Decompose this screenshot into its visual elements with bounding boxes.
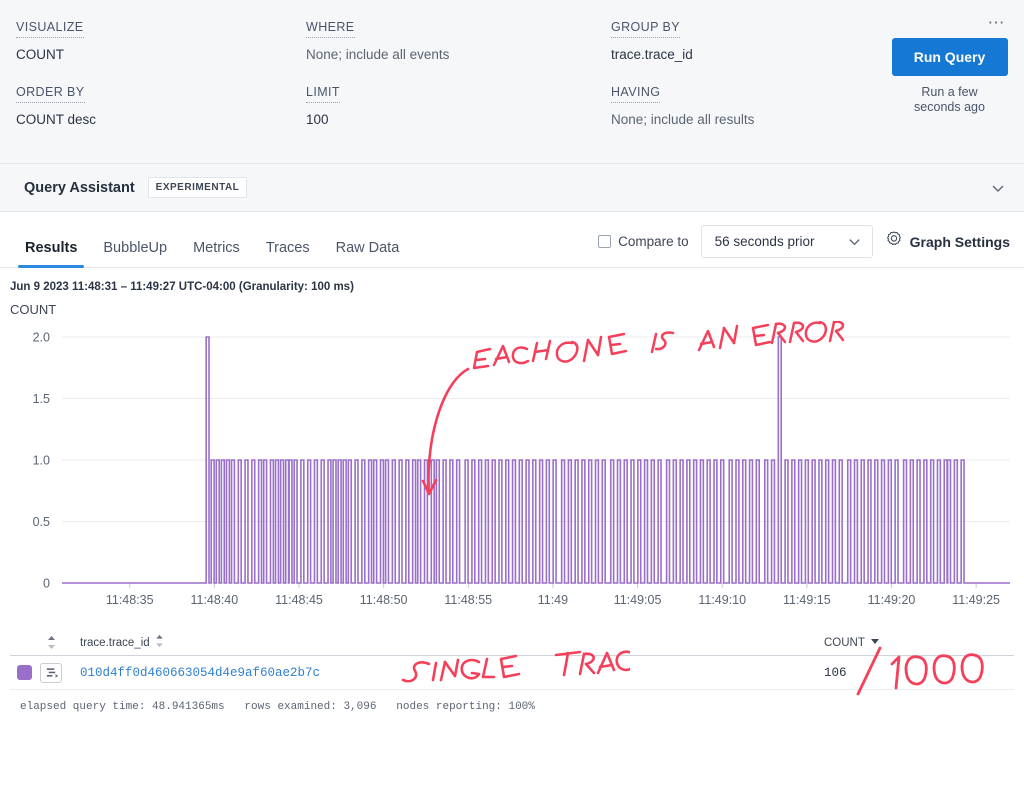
compare-period-select[interactable]: 56 seconds prior (701, 225, 873, 258)
query-field-limit-label[interactable]: LIMIT (306, 85, 340, 103)
table-header-count[interactable]: COUNT (824, 636, 1014, 649)
query-field-order-by[interactable]: ORDER BY COUNT desc (16, 83, 306, 128)
y-axis-tick-label: 0 (43, 577, 50, 591)
x-axis-tick-label: 11:49:20 (868, 593, 916, 607)
row-color-swatch-cell (10, 665, 36, 680)
row-trace-id-cell: 010d4ff0d460663054d4e9af60ae2b7c (66, 666, 824, 680)
x-axis-tick-label: 11:49:05 (614, 593, 662, 607)
tab-traces[interactable]: Traces (253, 240, 323, 267)
x-axis-tick-label: 11:48:35 (106, 593, 154, 607)
query-builder-panel: ⋯ VISUALIZE COUNT WHERE None; include al… (0, 0, 1024, 164)
sort-updown-icon[interactable] (36, 635, 66, 650)
tab-bubbleup[interactable]: BubbleUp (90, 240, 180, 267)
run-query-timestamp-line2: seconds ago (914, 100, 985, 115)
run-query-button[interactable]: Run Query (892, 38, 1008, 76)
table-row[interactable]: 010d4ff0d460663054d4e9af60ae2b7c 106 (10, 656, 1014, 690)
x-axis-tick-label: 11:48:45 (275, 593, 323, 607)
query-field-limit-value: 100 (306, 112, 601, 128)
x-axis-tick-label: 11:48:40 (190, 593, 238, 607)
compare-period-value: 56 seconds prior (715, 234, 815, 249)
row-count-value: 106 (824, 666, 847, 680)
query-field-where-label[interactable]: WHERE (306, 20, 355, 38)
query-field-group-by[interactable]: GROUP BY trace.trace_id (611, 18, 891, 63)
x-axis-tick-label: 11:48:55 (444, 593, 492, 607)
row-count-cell: 106 (824, 666, 1014, 680)
query-assistant-experimental-badge: EXPERIMENTAL (148, 177, 248, 198)
kebab-horizontal-icon[interactable]: ⋯ (988, 18, 1007, 28)
tab-list: Results BubbleUp Metrics Traces Raw Data (12, 212, 412, 267)
table-header-count-label: COUNT (824, 637, 865, 649)
graph-settings-button[interactable]: Graph Settings (885, 230, 1016, 253)
results-table: trace.trace_id COUNT (0, 630, 1024, 713)
query-field-where[interactable]: WHERE None; include all events (306, 18, 611, 63)
chart-panel: Jun 9 2023 11:48:31 – 11:49:27 UTC-04:00… (0, 268, 1024, 626)
run-query-timestamp: Run a few seconds ago (914, 85, 985, 115)
results-tab-bar: Results BubbleUp Metrics Traces Raw Data… (0, 212, 1024, 268)
table-header-trace-id-label: trace.trace_id (80, 637, 150, 649)
y-axis-tick-label: 2.0 (33, 331, 50, 345)
query-field-limit[interactable]: LIMIT 100 (306, 83, 611, 128)
query-assistant-bar[interactable]: Query Assistant EXPERIMENTAL (0, 164, 1024, 212)
x-axis-tick-label: 11:49:10 (698, 593, 746, 607)
query-field-having-label[interactable]: HAVING (611, 85, 660, 103)
query-field-visualize[interactable]: VISUALIZE COUNT (16, 18, 306, 63)
x-axis-tick-label: 11:49:25 (952, 593, 1000, 607)
query-field-where-value: None; include all events (306, 47, 601, 63)
chart-controls: Compare to 56 seconds prior Graph Settin… (598, 225, 1016, 267)
query-field-group-by-label[interactable]: GROUP BY (611, 20, 680, 38)
query-field-order-by-value: COUNT desc (16, 112, 296, 128)
waterfall-trace-icon[interactable] (40, 663, 62, 683)
compare-to-toggle[interactable]: Compare to (598, 234, 689, 249)
chart-time-range: Jun 9 2023 11:48:31 – 11:49:27 UTC-04:00… (0, 281, 1024, 293)
trace-id-link[interactable]: 010d4ff0d460663054d4e9af60ae2b7c (80, 666, 320, 680)
gear-icon (885, 230, 903, 253)
table-header-trace-id[interactable]: trace.trace_id (66, 634, 824, 651)
compare-to-checkbox[interactable] (598, 235, 611, 248)
tab-raw-data[interactable]: Raw Data (323, 240, 413, 267)
graph-settings-label: Graph Settings (910, 234, 1010, 250)
query-assistant-title: Query Assistant (24, 180, 135, 196)
query-field-visualize-label[interactable]: VISUALIZE (16, 20, 84, 38)
chart-svg: 0 0.5 1.0 1.5 2.0 11:48:35 11:48:40 11:48:45 11:… (0, 321, 1024, 626)
tab-results[interactable]: Results (12, 240, 90, 267)
query-field-having-value: None; include all results (611, 112, 881, 128)
query-footer-stats: elapsed query time: 48.941365ms rows exa… (10, 690, 1014, 713)
chart-plot-area[interactable]: 0 0.5 1.0 1.5 2.0 11:48:35 11:48:40 11:48:45 11:… (0, 321, 1024, 626)
table-header-row: trace.trace_id COUNT (10, 630, 1014, 656)
tab-metrics[interactable]: Metrics (180, 240, 253, 267)
compare-to-label: Compare to (618, 234, 689, 249)
y-axis-tick-label: 1.5 (33, 392, 50, 406)
row-trace-button-cell (36, 663, 66, 683)
series-color-swatch[interactable] (17, 665, 32, 680)
query-field-group-by-value: trace.trace_id (611, 47, 881, 63)
chevron-down-icon[interactable] (990, 180, 1006, 196)
chevron-down-icon[interactable] (833, 234, 862, 249)
run-query-column: Run Query Run a few seconds ago (891, 18, 1008, 128)
query-field-visualize-value: COUNT (16, 47, 296, 63)
x-axis-tick-label: 11:48:50 (360, 593, 408, 607)
sort-updown-icon[interactable] (154, 634, 165, 651)
run-query-timestamp-line1: Run a few (914, 85, 985, 100)
y-axis-tick-label: 0.5 (33, 515, 50, 529)
x-axis-tick-label: 11:49:15 (783, 593, 831, 607)
x-axis-tick-label: 11:49 (538, 593, 568, 607)
caret-down-icon[interactable] (870, 636, 880, 649)
chart-series-label: COUNT (0, 302, 1024, 317)
query-field-order-by-label[interactable]: ORDER BY (16, 85, 85, 103)
y-axis-tick-label: 1.0 (33, 454, 50, 468)
query-builder-grid: VISUALIZE COUNT WHERE None; include all … (16, 18, 1008, 128)
query-field-having[interactable]: HAVING None; include all results (611, 83, 891, 128)
